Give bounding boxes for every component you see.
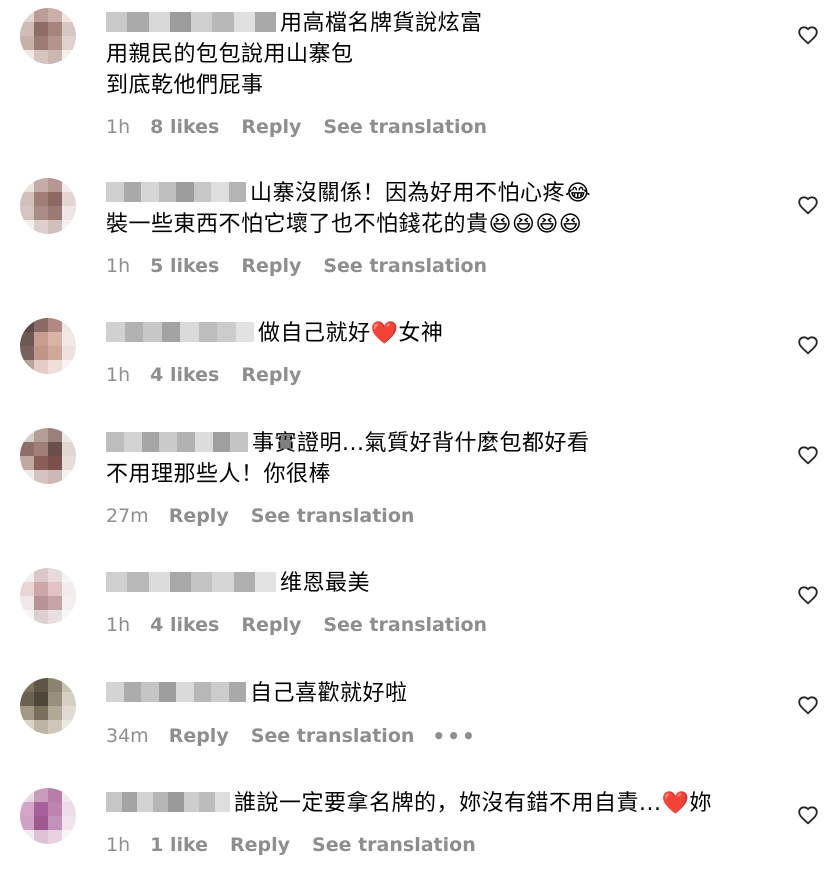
reply-button[interactable]: Reply — [241, 255, 301, 277]
comment-text-block: 用高檔名牌貨說炫富 用親民的包包說用山寨包 到底乾他們屁事 — [106, 8, 776, 101]
comment-text: 维恩最美 — [280, 571, 371, 596]
comment-meta: 1h 1 like Reply See translation — [106, 834, 776, 856]
comment-meta: 1h 8 likes Reply See translation — [106, 116, 776, 138]
see-translation-button[interactable]: See translation — [323, 116, 487, 138]
comment-meta: 27m Reply See translation — [106, 505, 776, 527]
see-translation-button[interactable]: See translation — [251, 505, 415, 527]
username-blurred[interactable] — [106, 10, 276, 32]
comment-text: 誰說一定要拿名牌的，妳沒有錯不用自責...❤️妳 — [234, 791, 712, 816]
heart-outline-icon — [798, 806, 818, 825]
avatar[interactable] — [20, 428, 76, 484]
avatar[interactable] — [20, 178, 76, 234]
comment-text-block: 事實證明...氣質好背什麼包都好看 不用理那些人！你很棒 — [106, 428, 776, 490]
heart-outline-icon — [798, 196, 818, 215]
comment-time: 1h — [106, 116, 131, 138]
reply-button[interactable]: Reply — [241, 614, 301, 636]
more-options-icon[interactable]: ••• — [432, 724, 476, 748]
username-blurred[interactable] — [106, 570, 276, 592]
comment-meta: 1h 4 likes Reply — [106, 364, 776, 386]
username-blurred[interactable] — [106, 430, 248, 452]
heart-outline-icon — [798, 26, 818, 45]
heart-outline-icon — [798, 446, 818, 465]
heart-outline-icon — [798, 336, 818, 355]
comment-text-block: 做自己就好❤️女神 — [106, 318, 776, 349]
reply-button[interactable]: Reply — [230, 834, 290, 856]
see-translation-button[interactable]: See translation — [323, 255, 487, 277]
like-button[interactable] — [796, 193, 820, 217]
comment-time: 1h — [106, 364, 131, 386]
likes-count[interactable]: 4 likes — [150, 614, 219, 636]
reply-button[interactable]: Reply — [169, 505, 229, 527]
comment-text-block: 山寨沒關係！因為好用不怕心疼😂 裝一些東西不怕它壞了也不怕錢花的貴😆😆😆😆 — [106, 178, 776, 240]
comment-time: 34m — [106, 725, 149, 747]
comment-meta: 34m Reply See translation ••• — [106, 724, 776, 748]
username-blurred[interactable] — [106, 790, 230, 812]
comment-text-block: 维恩最美 — [106, 568, 776, 599]
comment-list: 用高檔名牌貨說炫富 用親民的包包說用山寨包 到底乾他們屁事 1h 8 likes Re… — [0, 0, 836, 894]
heart-outline-icon — [798, 586, 818, 605]
comment-time: 1h — [106, 255, 131, 277]
comment-meta: 1h 5 likes Reply See translation — [106, 255, 776, 277]
like-button[interactable] — [796, 443, 820, 467]
reply-button[interactable]: Reply — [169, 725, 229, 747]
like-button[interactable] — [796, 693, 820, 717]
likes-count[interactable]: 4 likes — [150, 364, 219, 386]
heart-outline-icon — [798, 696, 818, 715]
comment-meta: 1h 4 likes Reply See translation — [106, 614, 776, 636]
reply-button[interactable]: Reply — [241, 364, 301, 386]
comment-time: 27m — [106, 505, 149, 527]
likes-count[interactable]: 5 likes — [150, 255, 219, 277]
username-blurred[interactable] — [106, 180, 246, 202]
reply-button[interactable]: Reply — [241, 116, 301, 138]
avatar[interactable] — [20, 678, 76, 734]
comment-text: 自己喜歡就好啦 — [250, 681, 408, 706]
see-translation-button[interactable]: See translation — [251, 725, 415, 747]
comment-text-block: 自己喜歡就好啦 — [106, 678, 776, 709]
username-blurred[interactable] — [106, 680, 246, 702]
comment-text-block: 誰說一定要拿名牌的，妳沒有錯不用自責...❤️妳 — [106, 788, 776, 819]
likes-count[interactable]: 8 likes — [150, 116, 219, 138]
comment-time: 1h — [106, 834, 131, 856]
avatar[interactable] — [20, 568, 76, 624]
avatar[interactable] — [20, 788, 76, 844]
like-button[interactable] — [796, 583, 820, 607]
avatar[interactable] — [20, 318, 76, 374]
like-button[interactable] — [796, 23, 820, 47]
see-translation-button[interactable]: See translation — [312, 834, 476, 856]
like-button[interactable] — [796, 803, 820, 827]
comment-text: 做自己就好❤️女神 — [258, 321, 444, 346]
comment-time: 1h — [106, 614, 131, 636]
see-translation-button[interactable]: See translation — [323, 614, 487, 636]
username-blurred[interactable] — [106, 320, 254, 342]
likes-count[interactable]: 1 like — [150, 834, 208, 856]
avatar[interactable] — [20, 8, 76, 64]
like-button[interactable] — [796, 333, 820, 357]
